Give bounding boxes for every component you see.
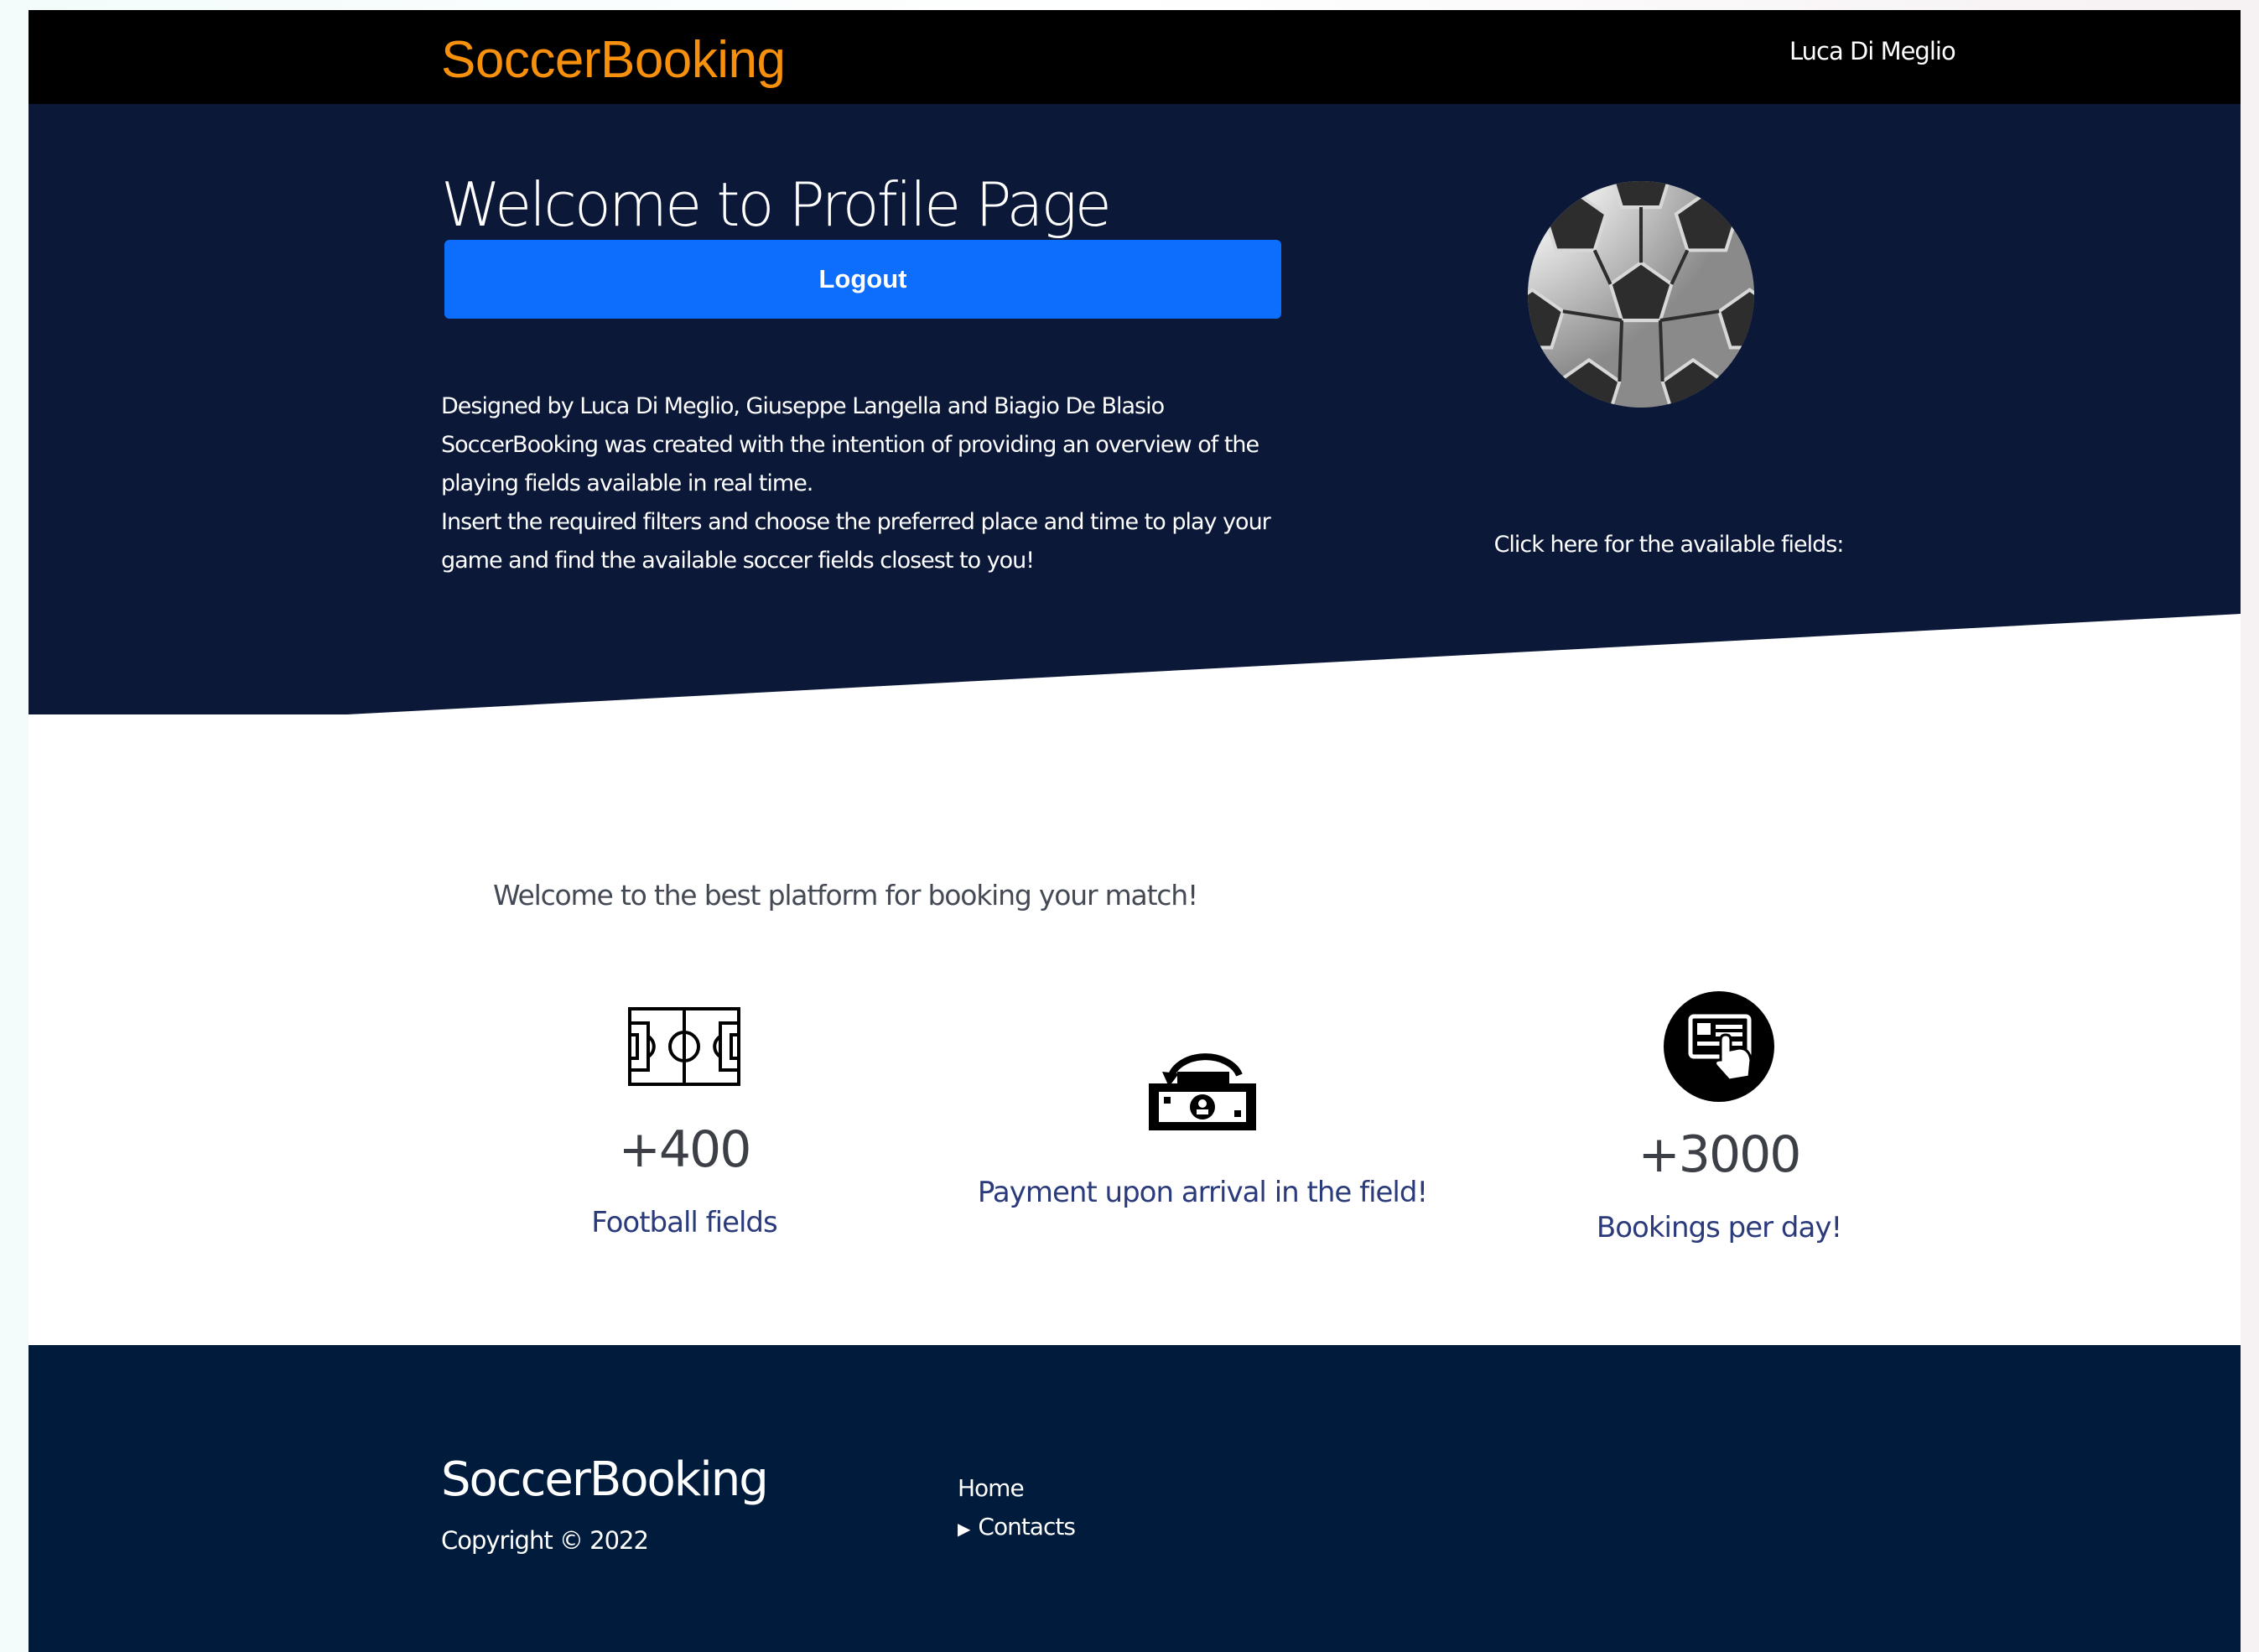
soccer-field-icon — [628, 1007, 740, 1086]
soccer-ball-icon — [1528, 181, 1754, 408]
footer-link-label: Contacts — [978, 1513, 1076, 1540]
footer-brand: SoccerBooking — [441, 1452, 769, 1507]
footer-link-contacts[interactable]: ▶ Contacts — [958, 1508, 1076, 1548]
payment-caption: Payment upon arrival in the field! — [977, 1176, 1428, 1209]
footer-link-home[interactable]: Home — [958, 1469, 1075, 1508]
description-line: Insert the required filters and choose t… — [441, 509, 1271, 535]
description-line: Designed by Luca Di Meglio, Giuseppe Lan… — [441, 393, 1165, 419]
page-title: Welcome to Profile Page — [441, 169, 1112, 240]
logout-button[interactable]: Logout — [444, 240, 1281, 319]
brand-logo-link[interactable]: SoccerBooking — [441, 30, 786, 90]
disclosure-triangle-icon: ▶ — [958, 1519, 970, 1539]
hero-section: Welcome to Profile Page Logout Designed … — [29, 104, 2241, 714]
feature-payment: Payment upon arrival in the field! — [951, 1047, 1454, 1209]
bookings-count: +3000 — [1638, 1125, 1802, 1184]
page: SoccerBooking Luca Di Meglio Welcome to … — [29, 10, 2241, 1652]
fields-caption: Football fields — [591, 1206, 777, 1239]
features-tagline: Welcome to the best platform for booking… — [493, 879, 1198, 912]
bookings-caption: Bookings per day! — [1596, 1211, 1842, 1244]
top-navbar: SoccerBooking Luca Di Meglio — [29, 10, 2241, 104]
hero-description: Designed by Luca Di Meglio, Giuseppe Lan… — [441, 387, 1271, 580]
booking-card-icon — [1664, 991, 1774, 1102]
fields-count: +400 — [618, 1120, 752, 1179]
description-line: game and find the available soccer field… — [441, 548, 1035, 574]
feature-bookings: +3000 Bookings per day! — [1467, 990, 1971, 1244]
description-line: playing fields available in real time. — [441, 470, 813, 496]
feature-fields: +400 Football fields — [433, 1006, 936, 1239]
available-fields-link[interactable]: Click here for the available fields: — [1476, 532, 1862, 558]
footer-nav: Home ▶ Contacts — [958, 1469, 1076, 1548]
footer-copyright: Copyright © 2022 — [441, 1526, 649, 1555]
user-name[interactable]: Luca Di Meglio — [1789, 37, 1956, 65]
footer: SoccerBooking Copyright © 2022 Home ▶ Con… — [29, 1345, 2241, 1652]
cash-payment-icon — [1149, 1053, 1256, 1130]
description-line: SoccerBooking was created with the inten… — [441, 432, 1259, 458]
